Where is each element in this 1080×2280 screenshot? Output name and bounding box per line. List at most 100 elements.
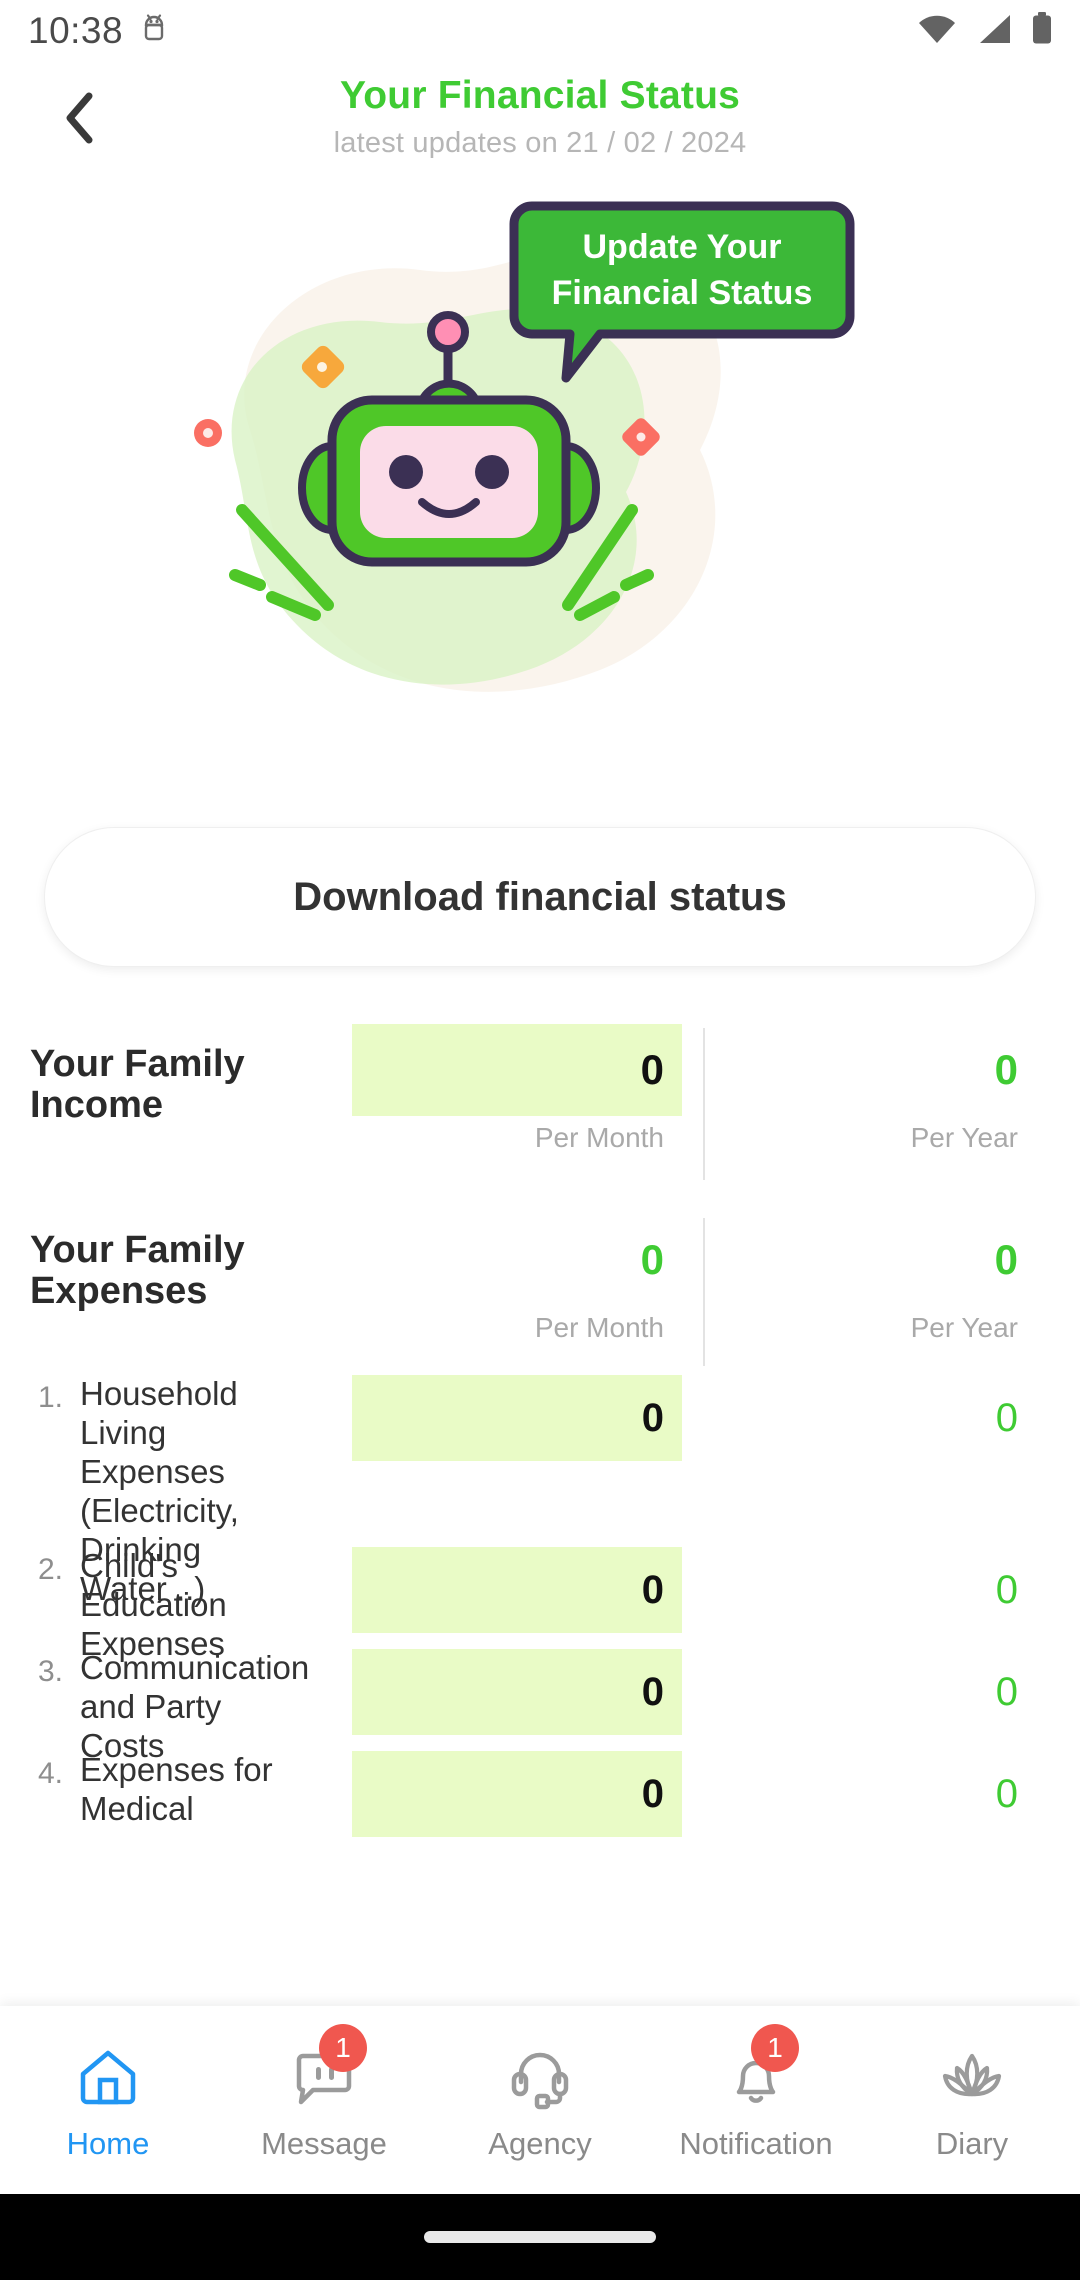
nav-item-notification-label: Notification	[679, 2126, 833, 2161]
nav-item-home-label: Home	[66, 2126, 150, 2161]
nav-item-home[interactable]: Home	[0, 2006, 216, 2194]
family-income-year-caption: Per Year	[910, 1122, 1018, 1153]
home-icon	[73, 2038, 143, 2116]
cellular-signal-icon	[974, 13, 1014, 50]
status-bar-clock: 10:38	[28, 10, 124, 51]
family-expenses-per-year-column: 0 Per Year	[716, 1214, 1036, 1344]
status-bar-left: 10:38	[28, 10, 169, 52]
nav-item-message-label: Message	[261, 2126, 387, 2161]
nav-item-agency[interactable]: Agency	[432, 2006, 648, 2194]
speech-bubble-line2: Financial Status	[552, 274, 813, 312]
expense-item-1-year-value: 0	[995, 1395, 1018, 1440]
family-income-month-value: 0	[640, 1046, 664, 1093]
lotus-icon	[937, 2038, 1007, 2116]
message-icon: 1	[289, 2024, 367, 2116]
expense-item-1-month-column: 0	[352, 1375, 682, 1461]
family-expenses-month-value-wrap: 0	[352, 1214, 682, 1306]
headset-icon	[505, 2038, 575, 2116]
expenses-column-divider	[703, 1218, 705, 1366]
expense-item-3-name: Communication and Party Costs	[80, 1649, 310, 1764]
family-expenses-label-line1: Your Family	[30, 1229, 245, 1271]
financial-content: Your Family Income 0 Per Month 0 Per Yea…	[0, 1010, 1080, 1853]
expense-item-4-month-column: 0	[352, 1751, 682, 1837]
expense-item-2-month-input[interactable]: 0	[352, 1547, 682, 1633]
message-badge: 1	[319, 2024, 367, 2072]
page-header: Your Financial Status latest updates on …	[0, 62, 1080, 184]
family-income-row: Your Family Income 0 Per Month 0 Per Yea…	[0, 1010, 1080, 1200]
status-bar-right	[916, 11, 1054, 51]
expense-item-2-name: Child's Education Expenses	[80, 1547, 227, 1662]
red-circle-hole	[203, 428, 213, 438]
expense-item-1-index: 1.	[38, 1381, 64, 1414]
expense-item-3-month-value: 0	[641, 1669, 664, 1714]
nav-item-notification[interactable]: 1 Notification	[648, 2006, 864, 2194]
page-subtitle: latest updates on 21 / 02 / 2024	[333, 127, 747, 159]
robot-mascot-illustration: Update Your Financial Status	[194, 201, 855, 692]
family-expenses-year-value-wrap: 0	[716, 1214, 1036, 1306]
family-income-label: Your Family Income	[30, 1043, 340, 1127]
speech-bubble-line1: Update Your	[583, 228, 782, 266]
expense-item-3-year-column: 0	[716, 1649, 1036, 1735]
download-button-label: Download financial status	[293, 874, 787, 919]
expense-items-list: 1. Household Living Expenses (Electricit…	[0, 1375, 1080, 1853]
expense-item-3-month-input[interactable]: 0	[352, 1649, 682, 1735]
family-income-month-caption: Per Month	[534, 1122, 664, 1153]
red-diamond-hole	[636, 432, 646, 442]
expense-item-3: 3. Communication and Party Costs 0 0	[0, 1649, 1080, 1764]
family-income-per-month-column: 0 Per Month	[352, 1024, 682, 1154]
family-income-label-line1: Your Family	[30, 1043, 245, 1085]
expense-item-1-year-column: 0	[716, 1375, 1036, 1461]
download-financial-status-button[interactable]: Download financial status	[44, 827, 1036, 967]
expense-item-4-index: 4.	[38, 1757, 64, 1790]
family-income-month-input[interactable]: 0	[352, 1024, 682, 1116]
expense-item-2-month-value: 0	[641, 1567, 664, 1612]
expense-item-1-month-input[interactable]: 0	[352, 1375, 682, 1461]
nav-item-diary[interactable]: Diary	[864, 2006, 1080, 2194]
expense-item-4-name: Expenses for Medical	[80, 1751, 273, 1827]
expense-item-2-year-value: 0	[995, 1567, 1018, 1612]
battery-icon	[1030, 11, 1054, 51]
expense-item-2: 2. Child's Education Expenses 0 0	[0, 1547, 1080, 1662]
header-titles: Your Financial Status latest updates on …	[0, 62, 1080, 160]
expense-item-2-index: 2.	[38, 1553, 64, 1586]
bell-icon: 1	[721, 2024, 799, 2116]
home-indicator[interactable]	[424, 2231, 656, 2243]
notification-badge: 1	[751, 2024, 799, 2072]
expense-item-1-month-value: 0	[641, 1395, 664, 1440]
income-column-divider	[703, 1028, 705, 1180]
page-title: Your Financial Status	[339, 74, 741, 117]
family-expenses-label-line2: Expenses	[30, 1270, 208, 1313]
family-expenses-row: Your Family Expenses 0 Per Month 0 Per Y…	[0, 1200, 1080, 1375]
expense-item-1: 1. Household Living Expenses (Electricit…	[0, 1375, 1080, 1607]
expense-item-4-month-value: 0	[641, 1771, 664, 1816]
hero-illustration: Update Your Financial Status	[0, 200, 1080, 780]
nav-item-message[interactable]: 1 Message	[216, 2006, 432, 2194]
family-expenses-year-caption: Per Year	[910, 1312, 1018, 1343]
expense-item-3-month-column: 0	[352, 1649, 682, 1735]
expense-item-2-month-column: 0	[352, 1547, 682, 1633]
family-expenses-per-month-column: 0 Per Month	[352, 1214, 682, 1344]
expense-item-4-year-value: 0	[995, 1771, 1018, 1816]
family-income-per-year-column: 0 Per Year	[716, 1024, 1036, 1154]
expense-item-4-year-column: 0	[716, 1751, 1036, 1837]
family-expenses-label: Your Family Expenses	[30, 1229, 340, 1313]
family-expenses-year-value: 0	[994, 1236, 1018, 1283]
nav-item-diary-label: Diary	[935, 2126, 1009, 2161]
bottom-navigation-bar: Home 1 Message Agency 1 Notification Dia…	[0, 2006, 1080, 2194]
wifi-icon	[916, 13, 958, 50]
family-income-year-value-wrap: 0	[716, 1024, 1036, 1116]
expense-item-2-year-column: 0	[716, 1547, 1036, 1633]
family-income-year-value: 0	[994, 1046, 1018, 1093]
nav-item-agency-label: Agency	[488, 2126, 592, 2161]
gesture-navigation-bar	[0, 2194, 1080, 2280]
family-expenses-month-value: 0	[640, 1236, 664, 1283]
expense-item-4-month-input[interactable]: 0	[352, 1751, 682, 1837]
family-expenses-month-caption: Per Month	[534, 1312, 664, 1343]
expense-item-3-index: 3.	[38, 1655, 64, 1688]
expense-item-3-year-value: 0	[995, 1669, 1018, 1714]
expense-item-4: 4. Expenses for Medical 0 0	[0, 1751, 1080, 1853]
android-icon	[139, 12, 169, 51]
orange-diamond-hole	[317, 362, 327, 372]
family-income-label-line2: Income	[30, 1084, 164, 1127]
status-bar: 10:38	[0, 0, 1080, 62]
